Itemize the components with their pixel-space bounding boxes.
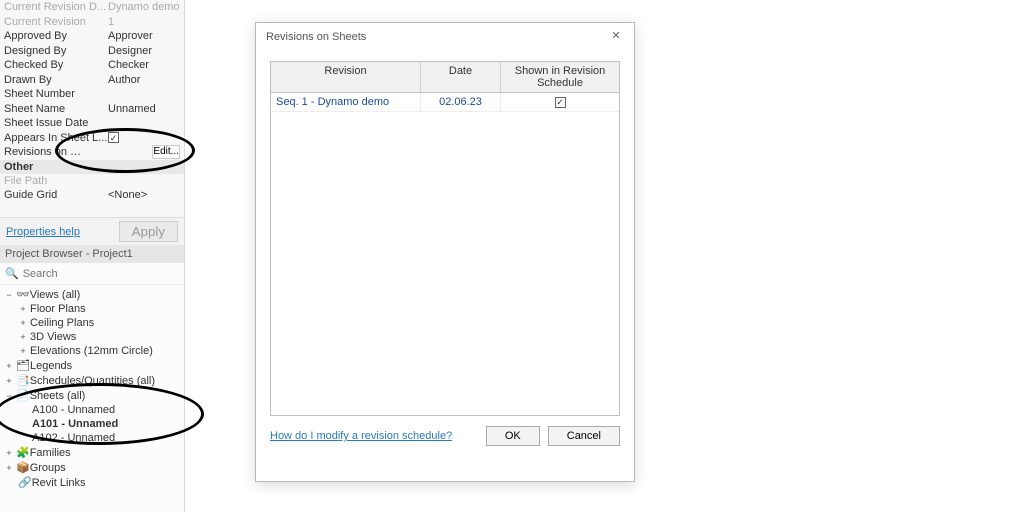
prop-value[interactable]: Designer xyxy=(108,45,180,57)
properties-help-link[interactable]: Properties help xyxy=(6,226,80,238)
col-schedule[interactable]: Shown in Revision Schedule xyxy=(501,62,619,92)
file-path-label: File Path xyxy=(4,175,108,187)
prop-key: Current Revision xyxy=(4,16,108,28)
cell-revision: Seq. 1 - Dynamo demo xyxy=(271,93,421,111)
property-row: Current Revision1 xyxy=(0,15,184,30)
prop-key: Sheet Issue Date xyxy=(4,117,108,129)
apply-button[interactable]: Apply xyxy=(119,221,178,242)
revisions-dialog: Revisions on Sheets ✕ Revision Date Show… xyxy=(255,22,635,482)
legends-label: Legends xyxy=(30,360,72,372)
property-row: Sheet NameUnnamed xyxy=(0,102,184,117)
appears-in-sheet-row: Appears In Sheet L... ✓ xyxy=(0,131,184,146)
3d-views-node[interactable]: +3D Views xyxy=(0,330,184,344)
prop-value[interactable]: Dynamo demo xyxy=(108,1,180,13)
appears-checkbox[interactable]: ✓ xyxy=(108,132,119,143)
prop-key: Designed By xyxy=(4,45,108,57)
prop-value[interactable]: Unnamed xyxy=(108,103,180,115)
elev-label: Elevations (12mm Circle) xyxy=(30,345,153,357)
tree: −👓 Views (all) +Floor Plans +Ceiling Pla… xyxy=(0,285,184,492)
props-footer: Properties help Apply xyxy=(0,217,184,245)
prop-value[interactable]: Checker xyxy=(108,59,180,71)
floor-label: Floor Plans xyxy=(30,303,86,315)
prop-key: Sheet Name xyxy=(4,103,108,115)
prop-key: Current Revision D... xyxy=(4,1,108,13)
search-icon: 🔍 xyxy=(5,267,19,280)
property-row: Approved ByApprover xyxy=(0,29,184,44)
property-row: Checked ByChecker xyxy=(0,58,184,73)
floor-plans-node[interactable]: +Floor Plans xyxy=(0,302,184,316)
file-path-row: File Path xyxy=(0,174,184,189)
other-section[interactable]: Other xyxy=(0,160,184,174)
schedules-node[interactable]: +📑 Schedules/Quantities (all) xyxy=(0,373,184,388)
dialog-body: Revision Date Shown in Revision Schedule… xyxy=(256,51,634,416)
cancel-button[interactable]: Cancel xyxy=(548,426,620,446)
dialog-footer: How do I modify a revision schedule? OK … xyxy=(256,416,634,456)
dialog-title: Revisions on Sheets xyxy=(266,31,366,43)
grid-header: Revision Date Shown in Revision Schedule xyxy=(271,62,619,93)
sheets-label: Sheets (all) xyxy=(30,390,86,402)
property-row: Sheet Number xyxy=(0,87,184,102)
a100-label: A100 - Unnamed xyxy=(32,404,115,416)
prop-key: Drawn By xyxy=(4,74,108,86)
sched-label: Schedules/Quantities (all) xyxy=(30,375,155,387)
groups-node[interactable]: +📦 Groups xyxy=(0,460,184,475)
sheet-a100[interactable]: A100 - Unnamed xyxy=(0,403,184,417)
cell-date: 02.06.23 xyxy=(421,93,501,111)
property-row: Drawn ByAuthor xyxy=(0,73,184,88)
guide-grid-row: Guide Grid <None> xyxy=(0,188,184,203)
ok-button[interactable]: OK xyxy=(486,426,540,446)
ceiling-label: Ceiling Plans xyxy=(30,317,94,329)
grid-row[interactable]: Seq. 1 - Dynamo demo 02.06.23 ✓ xyxy=(271,93,619,112)
revit-label: Revit Links xyxy=(32,477,86,489)
close-icon[interactable]: ✕ xyxy=(608,29,624,45)
a102-label: A102 - Unnamed xyxy=(32,432,115,444)
sheet-a102[interactable]: A102 - Unnamed xyxy=(0,431,184,445)
search-row: 🔍 xyxy=(0,263,184,285)
rev-on-sheets-label: Revisions on Shee... xyxy=(4,146,82,158)
edit-button[interactable]: Edit... xyxy=(152,145,180,159)
prop-value[interactable]: 1 xyxy=(108,16,180,28)
dialog-titlebar: Revisions on Sheets ✕ xyxy=(256,23,634,51)
families-label: Families xyxy=(30,447,71,459)
cell-schedule: ✓ xyxy=(501,93,619,111)
prop-value[interactable]: Author xyxy=(108,74,180,86)
revisions-on-sheets-row: Revisions on Shee... Edit... xyxy=(0,145,184,160)
prop-key: Sheet Number xyxy=(4,88,108,100)
help-link[interactable]: How do I modify a revision schedule? xyxy=(270,430,452,442)
project-browser: Project Browser - Project1 🔍 −👓 Views (a… xyxy=(0,245,185,512)
prop-value[interactable]: Approver xyxy=(108,30,180,42)
views-node[interactable]: −👓 Views (all) xyxy=(0,287,184,302)
groups-label: Groups xyxy=(30,462,66,474)
guide-grid-value[interactable]: <None> xyxy=(108,189,180,201)
dialog-buttons: OK Cancel xyxy=(486,426,620,446)
ceiling-plans-node[interactable]: +Ceiling Plans xyxy=(0,316,184,330)
prop-key: Approved By xyxy=(4,30,108,42)
property-row: Designed ByDesigner xyxy=(0,44,184,59)
col-date[interactable]: Date xyxy=(421,62,501,92)
revisions-grid: Revision Date Shown in Revision Schedule… xyxy=(270,61,620,416)
views-label: Views (all) xyxy=(30,289,81,301)
a101-label: A101 - Unnamed xyxy=(32,418,118,430)
appears-label: Appears In Sheet L... xyxy=(4,132,108,144)
schedule-checkbox[interactable]: ✓ xyxy=(555,97,566,108)
3d-label: 3D Views xyxy=(30,331,76,343)
legends-node[interactable]: +🗂 Legends xyxy=(0,358,184,373)
browser-title: Project Browser - Project1 xyxy=(0,245,184,263)
sheet-a101[interactable]: A101 - Unnamed xyxy=(0,417,184,431)
property-row: Sheet Issue Date xyxy=(0,116,184,131)
property-row: Current Revision D...Dynamo demo xyxy=(0,0,184,15)
families-node[interactable]: +🧩 Families xyxy=(0,445,184,460)
prop-key: Checked By xyxy=(4,59,108,71)
properties-panel: Current Revision D...Dynamo demoCurrent … xyxy=(0,0,185,245)
guide-grid-label: Guide Grid xyxy=(4,189,108,201)
revit-links-node[interactable]: 🔗 Revit Links xyxy=(0,475,184,490)
sheets-node[interactable]: −📄 Sheets (all) xyxy=(0,388,184,403)
search-input[interactable] xyxy=(23,268,179,280)
elevations-node[interactable]: +Elevations (12mm Circle) xyxy=(0,344,184,358)
col-revision[interactable]: Revision xyxy=(271,62,421,92)
